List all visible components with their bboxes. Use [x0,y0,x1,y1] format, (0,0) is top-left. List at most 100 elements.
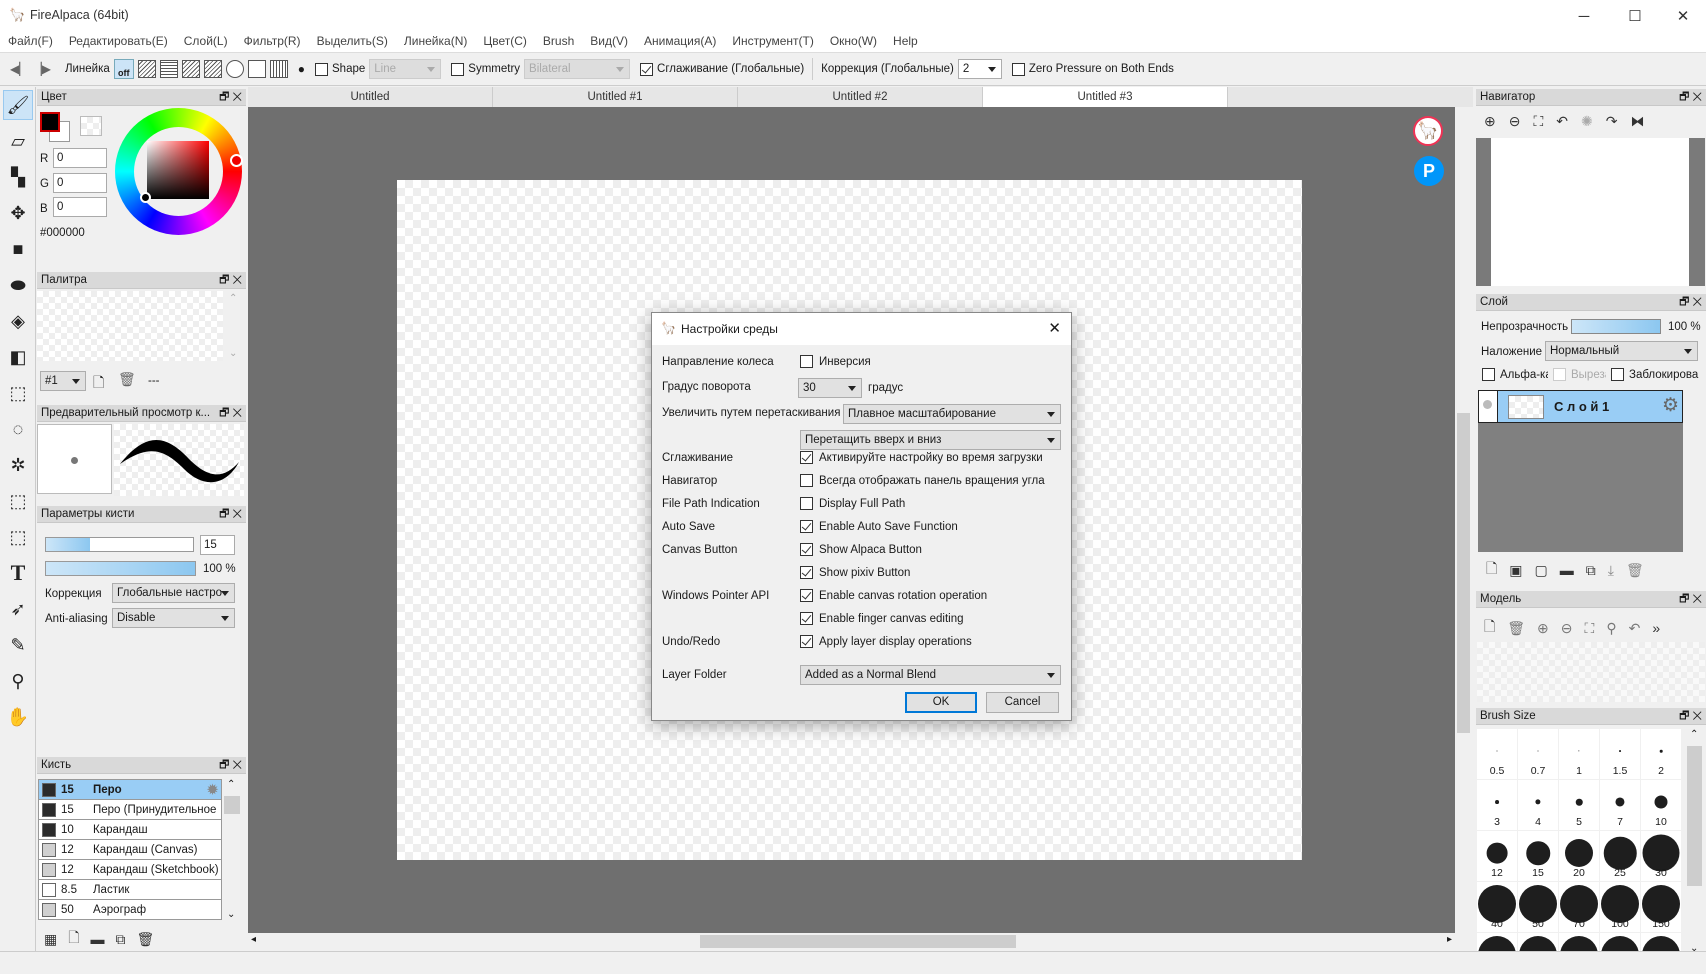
blend-mode-select[interactable]: Нормальный [1545,341,1698,361]
brush-size-cell[interactable]: 12 [1477,831,1517,881]
new-model-icon[interactable]: 🗋 [1484,616,1495,640]
rect-select-tool-icon[interactable]: ⬚ [3,378,33,408]
flip-icon[interactable]: ⧓ [1630,113,1644,130]
brush-size-cell[interactable]: 2 [1641,729,1681,779]
model-eyedropper-icon[interactable]: ⚲ [1606,620,1616,637]
magic-wand-tool-icon[interactable]: ✲ [3,450,33,480]
palette-swatches[interactable] [37,291,223,361]
panel-controls-icon[interactable]: 🗗 ✕ [1679,89,1702,106]
brush-list-scrollbar[interactable]: ⌃ ⌄ [224,779,240,920]
lasso-tool-icon[interactable]: ◌ [3,414,33,444]
circle-ruler-icon[interactable] [225,60,244,78]
brush-size-cell[interactable]: 70 [1559,882,1599,932]
pref-checkbox[interactable] [800,497,813,510]
curve-ruler-icon[interactable] [247,60,266,78]
model-fit-icon[interactable]: ⛶ [1585,620,1595,637]
dialog-close-button[interactable]: ✕ [1048,319,1061,337]
transparent-color-swatch[interactable] [80,116,102,136]
cancel-button[interactable]: Cancel [986,692,1059,713]
menu-item[interactable]: Анимация(A) [636,33,724,52]
brush-size-cell[interactable]: 25 [1600,831,1640,881]
layer-row[interactable]: С л о й 1 ⚙ [1478,390,1683,423]
symmetry-select[interactable]: Bilateral [524,59,631,79]
menu-item[interactable]: Слой(L) [176,33,236,52]
brush-list-item[interactable]: 10 Карандаш [39,820,221,840]
g-input[interactable]: 0 [53,173,107,193]
zoom-drag-direction-select[interactable]: Перетащить вверх и вниз [800,430,1061,450]
new-brush-icon[interactable]: 🗋 [68,927,79,951]
ok-button[interactable]: OK [905,692,977,713]
brush-list-item[interactable]: 15 Перо (Принудительное [39,800,221,820]
brush-size-input[interactable]: 15 [200,535,235,555]
menu-item[interactable]: Brush [535,33,582,52]
model-zoom-in-icon[interactable]: ⊕ [1537,620,1549,637]
brush-size-cell[interactable]: 1.5 [1600,729,1640,779]
pref-checkbox[interactable] [800,612,813,625]
tab-document[interactable]: Untitled #1 [493,87,738,107]
gradient-tool-icon[interactable]: ◧ [3,342,33,372]
zoom-drag-select[interactable]: Плавное масштабирование [843,404,1061,424]
brush-size-cell[interactable]: 15 [1518,831,1558,881]
wheel-inversion-checkbox[interactable] [800,355,813,368]
eraser-tool-icon[interactable]: ▱ [3,126,33,156]
horizontal-scrollbar[interactable]: ◂ ▸ [248,933,1455,950]
brush-list-item[interactable]: 50 Аэрограф [39,900,221,920]
scroll-down-icon[interactable]: ⌄ [229,348,237,359]
fit-icon[interactable]: ⛶ [1533,113,1543,130]
brush-settings-icon[interactable]: ▦ [44,931,57,948]
brush-size-cell[interactable]: 10 [1641,780,1681,830]
dot-tool-icon[interactable]: ▚ [3,162,33,192]
symmetry-checkbox[interactable] [451,62,465,76]
eyedropper-tool-icon[interactable]: ⚲ [3,666,33,696]
new-layer-icon[interactable]: 🗋 [1486,558,1497,582]
fill-rect-tool-icon[interactable]: ■ [3,234,33,264]
alpaca-button-icon[interactable]: 🦙 [1413,116,1443,146]
panel-controls-icon[interactable]: 🗗 ✕ [219,757,242,774]
brush-size-cell[interactable]: 4 [1518,780,1558,830]
anti-aliasing-select[interactable]: Disable [112,608,235,628]
pref-checkbox[interactable] [800,543,813,556]
menu-item[interactable]: Фильтр(R) [236,33,309,52]
model-rotate-icon[interactable]: ↶ [1629,620,1641,637]
rotate-left-icon[interactable]: ↶ [1556,113,1568,130]
model-view[interactable] [1477,642,1705,702]
brush-correction-select[interactable]: Глобальные настро [112,583,235,603]
next-icon[interactable]: ▕▶ [32,62,50,76]
correction-select[interactable]: 2 [957,59,1002,79]
divide-tool-icon[interactable]: ✎ [3,630,33,660]
menu-item[interactable]: Редактировать(E) [61,33,176,52]
shape-select[interactable]: Line [369,59,442,79]
brush-size-cell[interactable]: 7 [1600,780,1640,830]
sv-picker-handle[interactable] [140,192,151,203]
pref-checkbox[interactable] [800,474,813,487]
move-tool-icon[interactable]: ✥ [3,198,33,228]
menu-item[interactable]: Вид(V) [582,33,636,52]
r-input[interactable]: 0 [53,148,107,168]
brush-size-cell[interactable]: 1 [1559,729,1599,779]
text-tool-icon[interactable]: T [3,558,33,588]
brush-list-item[interactable]: 8.5 Ластик [39,880,221,900]
brush-list-item[interactable]: 12 Карандаш (Canvas) [39,840,221,860]
rotation-degree-select[interactable]: 30 [798,378,862,398]
operation-tool-icon[interactable]: ➶ [3,594,33,624]
tab-document[interactable]: Untitled #2 [738,87,983,107]
hue-wheel[interactable] [115,108,243,235]
clipping-checkbox[interactable] [1553,368,1566,381]
zero-pressure-checkbox[interactable] [1011,62,1025,76]
new-folder-icon[interactable]: ▬ [1560,562,1574,578]
pixiv-button-icon[interactable]: P [1414,156,1444,186]
panel-controls-icon[interactable]: 🗗 ✕ [219,506,242,523]
menu-item[interactable]: Help [885,33,926,52]
brush-size-scrollbar[interactable]: ⌃ ⌄ [1686,729,1703,954]
bucket-tool-icon[interactable]: ◈ [3,306,33,336]
hue-picker-handle[interactable] [230,154,243,167]
menu-item[interactable]: Выделить(S) [309,33,396,52]
new-palette-icon[interactable]: 🗋 [93,372,104,396]
menu-item[interactable]: Окно(W) [822,33,885,52]
brush-tool-icon[interactable]: 🖌 [3,90,33,120]
panel-controls-icon[interactable]: 🗗 ✕ [1679,591,1702,608]
duplicate-layer-icon[interactable]: ⧉ [1586,562,1596,579]
primary-color-swatch[interactable] [40,112,60,132]
duplicate-brush-icon[interactable]: ⧉ [116,931,126,948]
delete-palette-icon[interactable]: 🗑 [118,371,136,388]
